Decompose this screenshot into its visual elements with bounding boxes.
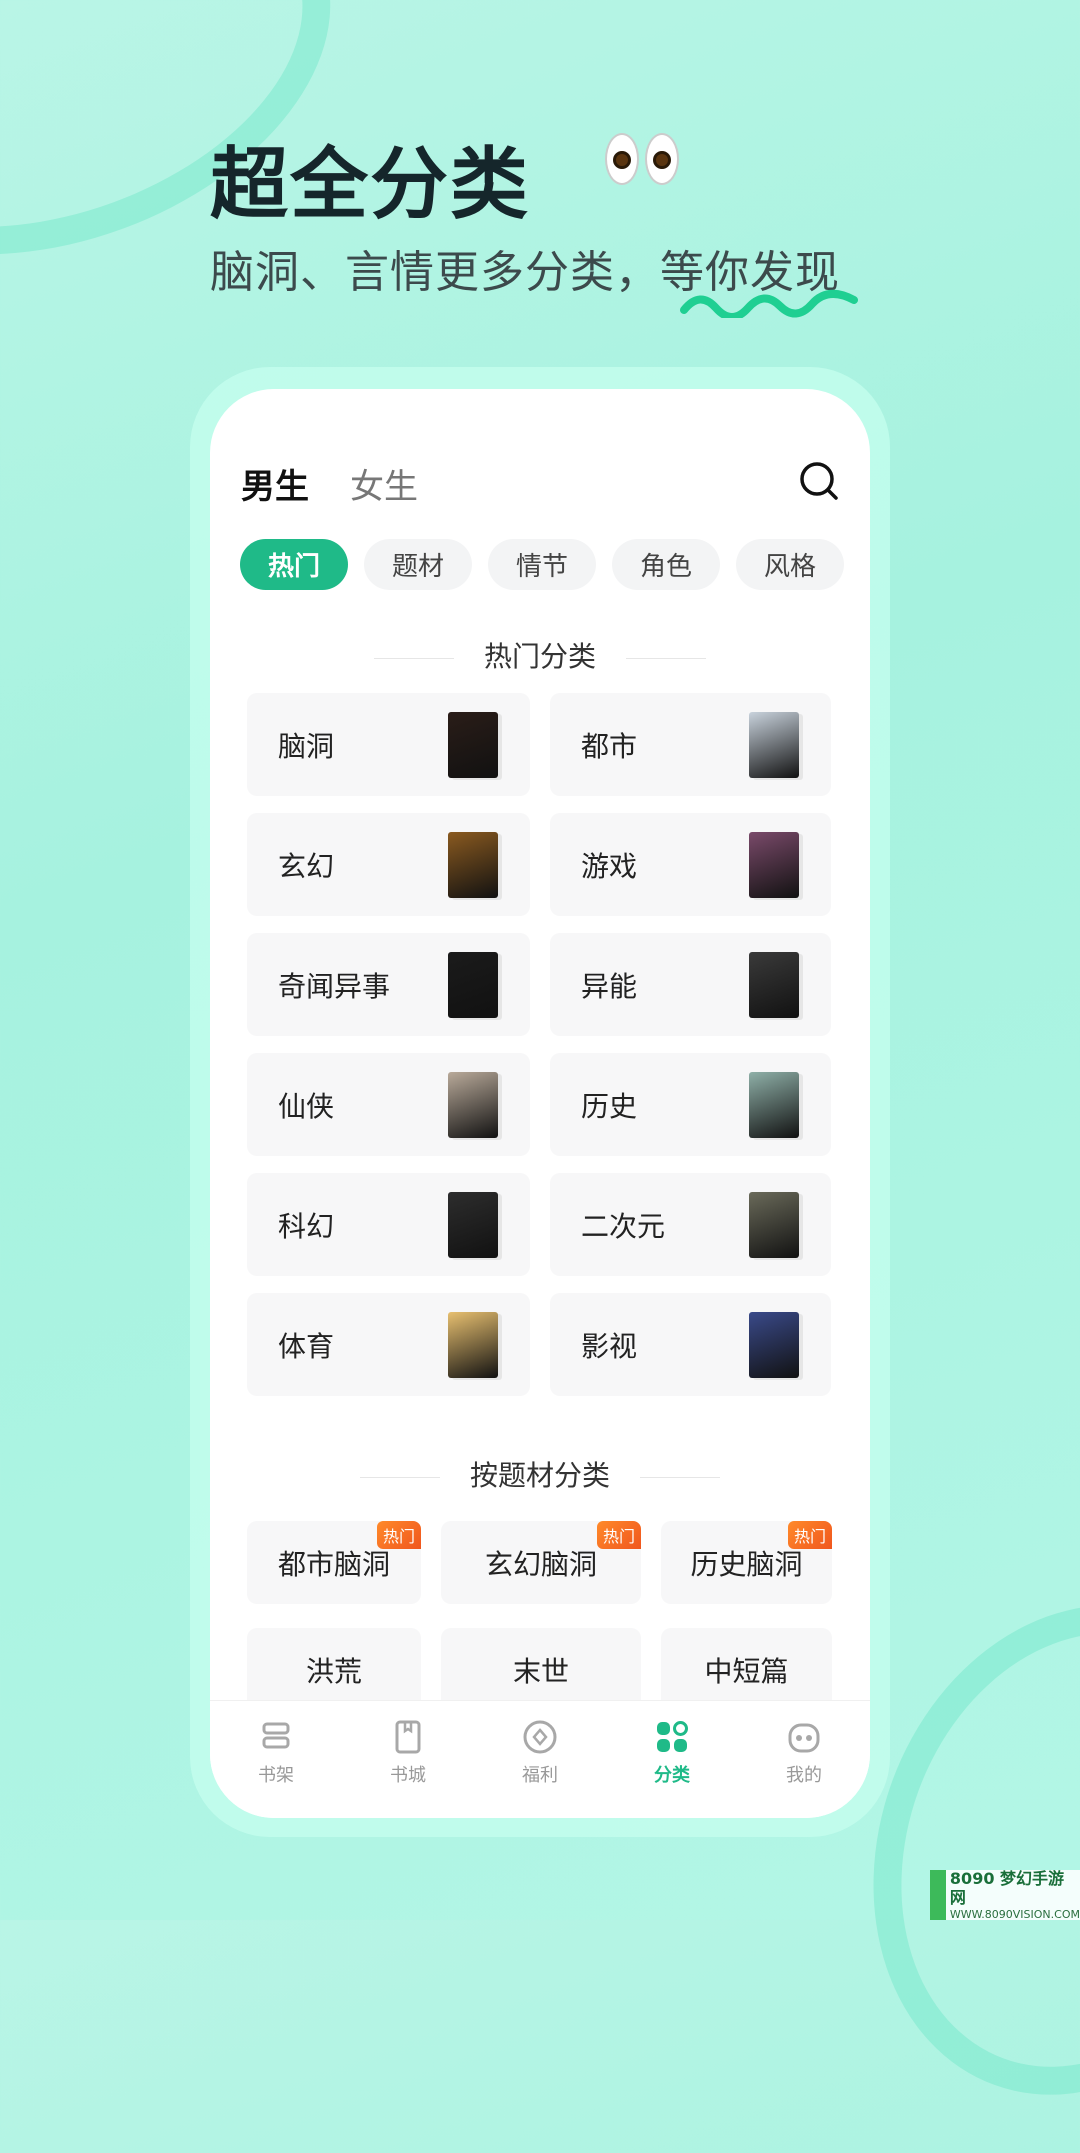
nav-label: 书架	[258, 1765, 294, 1786]
subject-card[interactable]: 都市脑洞 热门	[247, 1521, 421, 1604]
category-label: 体育	[278, 1329, 335, 1363]
category-label: 脑洞	[278, 729, 335, 763]
nav-label: 福利	[522, 1765, 558, 1786]
bottom-nav: 书架 书城 福利 分类 我的	[210, 1700, 870, 1818]
subject-label: 玄幻脑洞	[484, 1547, 597, 1581]
nav-label: 书城	[390, 1765, 426, 1786]
section-title-subject: 按题材分类	[210, 1454, 870, 1494]
promo-title: 超全分类	[210, 140, 531, 230]
nav-label: 我的	[786, 1765, 822, 1786]
category-card[interactable]: 二次元	[550, 1173, 831, 1276]
eyes-emoji-icon	[605, 133, 679, 185]
section-title-hot: 热门分类	[210, 635, 870, 675]
chip-subject[interactable]: 题材	[364, 539, 472, 590]
book-cover-image	[749, 1312, 799, 1378]
watermark-logo: 8090 梦幻手游网 WWW.8090VISION.COM	[930, 1869, 1080, 1921]
category-label: 二次元	[581, 1209, 666, 1243]
category-label: 异能	[581, 969, 638, 1003]
book-cover-image	[448, 1312, 498, 1378]
coin-icon	[523, 1720, 557, 1754]
squiggle-underline	[680, 290, 858, 318]
subject-card[interactable]: 洪荒	[247, 1628, 421, 1711]
hot-badge: 热门	[376, 1521, 421, 1549]
bookstore-icon	[395, 1720, 421, 1754]
category-label: 科幻	[278, 1209, 335, 1243]
hot-badge: 热门	[596, 1521, 641, 1549]
category-card[interactable]: 奇闻异事	[247, 933, 530, 1036]
book-cover-image	[448, 832, 498, 898]
subject-card[interactable]: 历史脑洞 热门	[661, 1521, 832, 1604]
category-card[interactable]: 脑洞	[247, 693, 530, 796]
book-cover-image	[448, 1192, 498, 1258]
phone-screen: 男生 女生 热门 题材 情节 角色 风格 热门分类 脑洞 都市 玄幻 游戏 奇闻异事 异能…	[210, 389, 870, 1818]
book-cover-image	[448, 1072, 498, 1138]
nav-item[interactable]: 分类	[606, 1701, 738, 1818]
category-label: 影视	[581, 1329, 638, 1363]
book-cover-image	[448, 712, 498, 778]
category-card[interactable]: 游戏	[550, 813, 831, 916]
tab-female[interactable]: 女生	[350, 459, 418, 508]
nav-item[interactable]: 书城	[342, 1701, 474, 1818]
nav-item[interactable]: 福利	[474, 1701, 606, 1818]
chip-style[interactable]: 风格	[736, 539, 844, 590]
category-card[interactable]: 影视	[550, 1293, 831, 1396]
nav-label: 分类	[654, 1765, 690, 1786]
book-cover-image	[749, 952, 799, 1018]
nav-item[interactable]: 我的	[738, 1701, 870, 1818]
category-card[interactable]: 异能	[550, 933, 831, 1036]
book-cover-image	[749, 712, 799, 778]
subject-label: 洪荒	[305, 1654, 362, 1688]
subject-card[interactable]: 末世	[441, 1628, 641, 1711]
subject-label: 末世	[512, 1654, 569, 1688]
category-label: 奇闻异事	[278, 969, 391, 1003]
hot-badge: 热门	[787, 1521, 832, 1549]
category-card[interactable]: 玄幻	[247, 813, 530, 916]
subject-label: 历史脑洞	[690, 1547, 803, 1581]
book-cover-image	[749, 832, 799, 898]
category-card[interactable]: 科幻	[247, 1173, 530, 1276]
category-label: 仙侠	[278, 1089, 335, 1123]
search-icon[interactable]	[798, 460, 840, 502]
chip-role[interactable]: 角色	[612, 539, 720, 590]
category-card[interactable]: 体育	[247, 1293, 530, 1396]
category-label: 都市	[581, 729, 638, 763]
bookshelf-icon	[262, 1722, 290, 1749]
tab-male[interactable]: 男生	[241, 459, 309, 510]
book-cover-image	[448, 952, 498, 1018]
book-cover-image	[749, 1192, 799, 1258]
subject-card[interactable]: 中短篇	[661, 1628, 832, 1711]
hot-category-grid: 脑洞 都市玄幻 游戏奇闻异事 异能仙侠 历史科幻 二次元体育 影视	[247, 693, 831, 1396]
subject-card[interactable]: 玄幻脑洞 热门	[441, 1521, 641, 1604]
category-label: 玄幻	[278, 849, 335, 883]
filter-chips: 热门 题材 情节 角色 风格	[240, 539, 844, 590]
category-icon	[657, 1721, 688, 1752]
subject-label: 中短篇	[704, 1654, 789, 1688]
chip-hot[interactable]: 热门	[240, 539, 348, 590]
book-cover-image	[749, 1072, 799, 1138]
category-card[interactable]: 历史	[550, 1053, 831, 1156]
category-card[interactable]: 仙侠	[247, 1053, 530, 1156]
subject-label: 都市脑洞	[277, 1547, 390, 1581]
category-label: 游戏	[581, 849, 638, 883]
nav-item[interactable]: 书架	[210, 1701, 342, 1818]
chip-plot[interactable]: 情节	[488, 539, 596, 590]
panda-icon	[788, 1723, 820, 1753]
subject-category-grid: 都市脑洞 热门 玄幻脑洞 热门 历史脑洞 热门 洪荒 末世 中短篇	[247, 1521, 832, 1711]
category-card[interactable]: 都市	[550, 693, 831, 796]
category-label: 历史	[581, 1089, 638, 1123]
